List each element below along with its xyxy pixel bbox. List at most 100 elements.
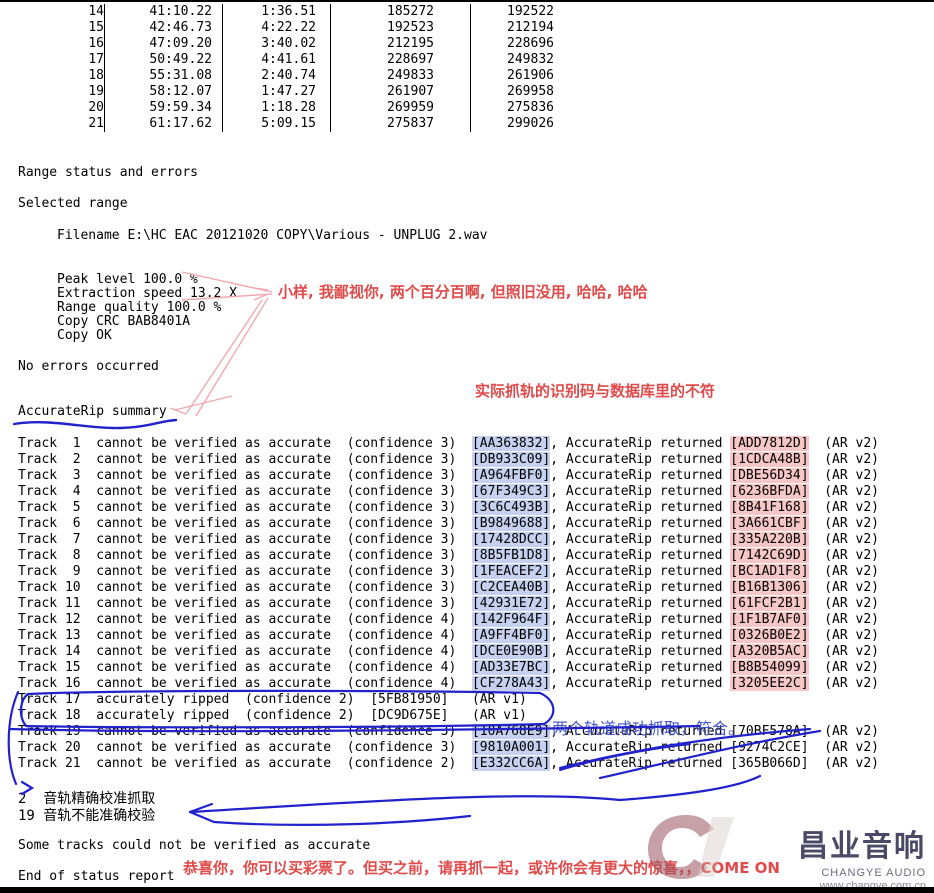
- track-returned-crc: [3A661CBF]: [730, 516, 809, 531]
- annotation-red-percent: 小样, 我鄙视你, 两个百分百啊, 但照旧没用, 哈哈, 哈哈: [278, 283, 648, 301]
- track-returned-crc: [1CDCA48B]: [730, 452, 809, 467]
- toc-cell-length: 2:40.74: [261, 68, 316, 83]
- track-status: cannot be verified as accurate: [96, 612, 347, 627]
- accuraterip-row: Track 15 cannot be verified as accurate …: [18, 660, 879, 676]
- toc-cell-start: 47:09.20: [149, 36, 212, 51]
- toc-cell-start-sector: 185272: [387, 4, 434, 19]
- blue-left-bracket: [7, 690, 20, 786]
- accuraterip-row: Track 21 cannot be verified as accurate …: [18, 756, 879, 772]
- toc-cell-length: 1:18.28: [261, 100, 316, 115]
- toc-cell-end-sector: 275836: [507, 100, 554, 115]
- track-returned-crc: [7142C69D]: [730, 548, 809, 563]
- toc-cell-start: 41:10.22: [149, 4, 212, 19]
- track-crc: [9810A001]: [471, 740, 551, 755]
- toc-cell-track: 20: [88, 100, 104, 115]
- toc-cell-track: 19: [88, 84, 104, 99]
- accuraterip-row: Track 11 cannot be verified as accurate …: [18, 596, 879, 612]
- track-label: Track 7: [18, 532, 97, 547]
- track-arversion: (AR v2): [808, 596, 879, 611]
- track-confidence: (confidence 3): [346, 564, 472, 579]
- toc-cell-length: 5:09.15: [261, 116, 316, 131]
- accuraterip-row: Track 14 cannot be verified as accurate …: [18, 644, 879, 660]
- blue-long-sweep: [188, 795, 622, 814]
- track-arversion: (AR v2): [808, 676, 879, 691]
- track-status: cannot be verified as accurate: [96, 644, 347, 659]
- track-returned-crc: [B8B54099]: [730, 660, 809, 675]
- track-status: accurately ripped: [96, 692, 245, 707]
- blue-sweep-arrow-a: [188, 802, 214, 814]
- accuraterip-row: Track 16 cannot be verified as accurate …: [18, 676, 879, 692]
- handwritten-count-ok: 2 音轨精确校准抓取: [18, 791, 156, 807]
- selected-range-heading: Selected range: [18, 196, 128, 211]
- track-arversion: (AR v2): [808, 484, 879, 499]
- accuraterip-summary-heading: AccurateRip summary: [18, 404, 167, 419]
- toc-cell-start-sector: 261907: [387, 84, 434, 99]
- track-returned-crc: [B16B1306]: [730, 580, 809, 595]
- track-label: Track 15: [18, 660, 97, 675]
- track-status: cannot be verified as accurate: [96, 468, 347, 483]
- track-arversion: (AR v2): [808, 740, 879, 755]
- toc-cell-end-sector: 212194: [507, 20, 554, 35]
- track-label: Track 20: [18, 740, 97, 755]
- track-confidence: (confidence 4): [346, 612, 472, 627]
- track-returned-crc: [BC1AD1F8]: [730, 564, 809, 579]
- track-returned-label: , AccurateRip returned: [550, 676, 731, 691]
- accuraterip-row: Track 4 cannot be verified as accurate (…: [18, 484, 879, 500]
- track-returned-label: , AccurateRip returned: [550, 740, 731, 755]
- watermark-brand-en: CHANGYE AUDIO: [821, 867, 926, 879]
- track-arversion: (AR v2): [808, 724, 879, 739]
- toc-column-rule-3: [330, 4, 331, 132]
- toc-column-rule-2: [222, 4, 223, 132]
- blue-sweep-return: [212, 814, 472, 826]
- track-crc: [67F349C3]: [471, 484, 551, 499]
- toc-cell-start-sector: 275837: [387, 116, 434, 131]
- accuraterip-row: Track 9 cannot be verified as accurate (…: [18, 564, 879, 580]
- track-crc: [DC9D675E]: [370, 708, 472, 723]
- toc-row: 19 58:12.07 1:47.27 261907 269958: [18, 84, 554, 100]
- toc-row: 17 50:49.22 4:41.61 228697 249832: [18, 52, 554, 68]
- track-label: Track 19: [18, 724, 97, 739]
- track-label: Track 5: [18, 500, 97, 515]
- toc-table: 14 41:10.22 1:36.51 185272 192522 15 42:46.73 4…: [0, 0, 934, 132]
- toc-cell-length: 1:36.51: [261, 4, 316, 19]
- track-returned-label: , AccurateRip returned: [550, 612, 731, 627]
- track-crc: [C2CEA40B]: [471, 580, 551, 595]
- track-arversion: (AR v1): [471, 692, 527, 707]
- track-status: cannot be verified as accurate: [96, 756, 347, 771]
- track-label: Track 4: [18, 484, 97, 499]
- accuraterip-row: Track 13 cannot be verified as accurate …: [18, 628, 879, 644]
- track-status: cannot be verified as accurate: [96, 740, 347, 755]
- track-returned-label: , AccurateRip returned: [550, 516, 731, 531]
- track-crc: [142F964F]: [471, 612, 551, 627]
- toc-cell-start-sector: 228697: [387, 52, 434, 67]
- handwritten-count-bad: 19 音轨不能准确校验: [18, 808, 156, 824]
- toc-cell-end-sector: 249832: [507, 52, 554, 67]
- annotation-red-mismatch: 实际抓轨的识别码与数据库里的不符: [475, 382, 716, 400]
- track-returned-crc: [ADD7812D]: [730, 436, 809, 451]
- toc-cell-start-sector: 249833: [387, 68, 434, 83]
- accuraterip-row: Track 8 cannot be verified as accurate (…: [18, 548, 879, 564]
- some-tracks-line: Some tracks could not be verified as acc…: [18, 838, 371, 853]
- track-status: cannot be verified as accurate: [96, 532, 347, 547]
- track-arversion: (AR v2): [808, 628, 879, 643]
- track-crc: [3C6C493B]: [471, 500, 551, 515]
- range-status-heading: Range status and errors: [18, 165, 199, 180]
- toc-cell-end-sector: 261906: [507, 68, 554, 83]
- toc-cell-length: 4:22.22: [261, 20, 316, 35]
- track-confidence: (confidence 4): [346, 676, 472, 691]
- toc-cell-start-sector: 269959: [387, 100, 434, 115]
- toc-cell-end-sector: 299026: [507, 116, 554, 131]
- annotation-blue-two-ok: 两个轨道成功抓取，符合。: [552, 719, 745, 738]
- track-returned-crc: [61FCF2B1]: [730, 596, 809, 611]
- watermark-brand-cjk: 昌业音响: [798, 829, 926, 864]
- track-returned-label: , AccurateRip returned: [550, 628, 731, 643]
- track-status: cannot be verified as accurate: [96, 628, 347, 643]
- track-crc: [DCE0E90B]: [471, 644, 551, 659]
- track-arversion: (AR v2): [808, 532, 879, 547]
- track-returned-label: , AccurateRip returned: [550, 564, 731, 579]
- toc-cell-start: 61:17.62: [149, 116, 212, 131]
- track-arversion: (AR v1): [471, 708, 527, 723]
- track-confidence: (confidence 3): [346, 548, 472, 563]
- accuraterip-row: Track 1 cannot be verified as accurate (…: [18, 436, 879, 452]
- track-status: cannot be verified as accurate: [96, 564, 347, 579]
